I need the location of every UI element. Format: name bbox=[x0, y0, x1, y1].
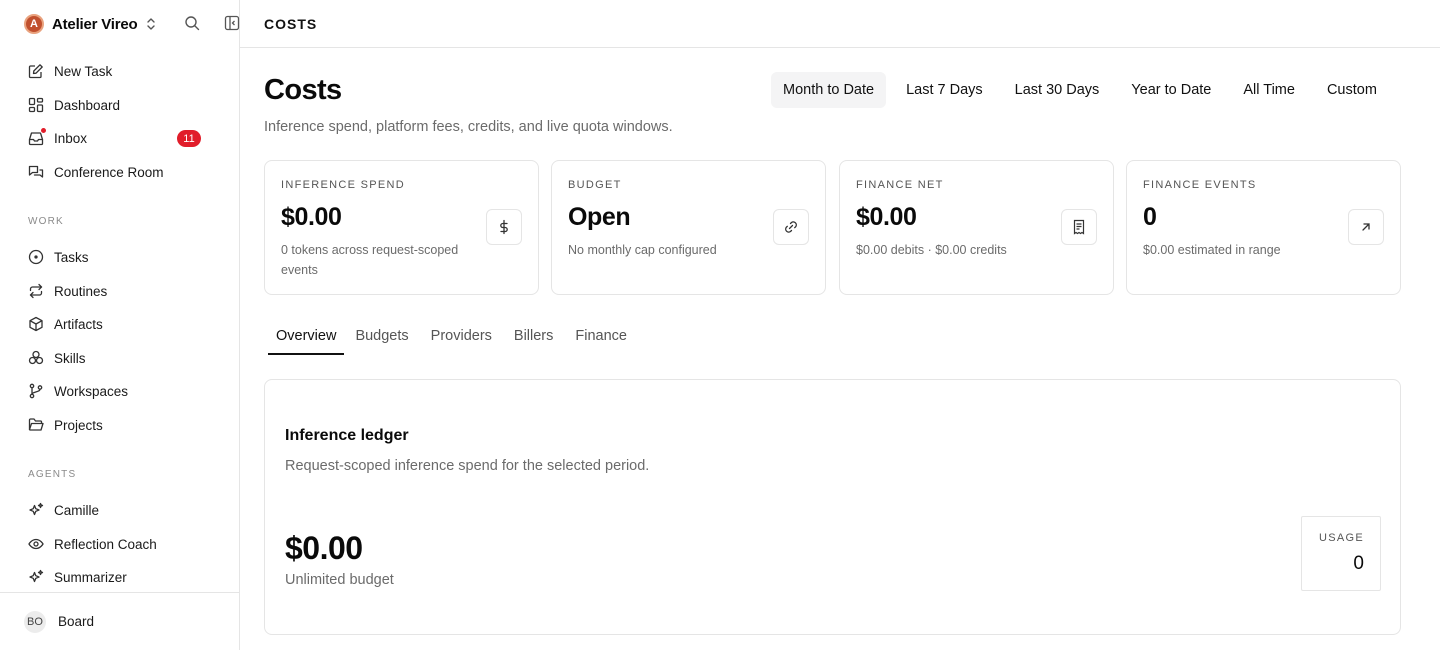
footer-label: Board bbox=[58, 614, 95, 629]
sidebar-item-label: Summarizer bbox=[54, 569, 127, 585]
page-title: Costs bbox=[264, 74, 342, 106]
sidebar-item-artifacts[interactable]: Artifacts bbox=[24, 310, 224, 338]
section-label-work: WORK bbox=[28, 216, 64, 227]
folder-open-icon bbox=[27, 416, 45, 434]
arrow-up-right-icon bbox=[1348, 209, 1384, 245]
stat-card-budget: BUDGET Open No monthly cap configured bbox=[551, 160, 826, 295]
stat-value: 0 bbox=[1143, 203, 1157, 231]
sidebar-item-label: Projects bbox=[54, 417, 103, 433]
chat-bubbles-icon bbox=[27, 163, 45, 181]
range-last-30-days[interactable]: Last 30 Days bbox=[1003, 72, 1112, 108]
usage-value: 0 bbox=[1353, 553, 1364, 574]
stat-label: FINANCE EVENTS bbox=[1143, 179, 1257, 191]
inbox-count-badge: 11 bbox=[177, 130, 201, 147]
stat-card-finance-events: FINANCE EVENTS 0 $0.00 estimated in rang… bbox=[1126, 160, 1401, 295]
tab-providers[interactable]: Providers bbox=[420, 320, 503, 355]
sidebar-item-projects[interactable]: Projects bbox=[24, 411, 224, 439]
sidebar-item-camille[interactable]: Camille bbox=[24, 496, 224, 524]
workspace-logo: A bbox=[24, 14, 44, 34]
search-icon[interactable] bbox=[184, 15, 202, 33]
sidebar-item-new-task[interactable]: New Task bbox=[24, 57, 224, 85]
stat-subtext: $0.00 estimated in range bbox=[1143, 243, 1281, 257]
usage-label: USAGE bbox=[1318, 532, 1364, 544]
stat-subtext: $0.00 debits · $0.00 credits bbox=[856, 243, 1007, 257]
stat-label: INFERENCE SPEND bbox=[281, 179, 406, 191]
range-last-7-days[interactable]: Last 7 Days bbox=[894, 72, 995, 108]
sidebar-item-label: New Task bbox=[54, 63, 113, 79]
usage-box: USAGE 0 bbox=[1301, 516, 1381, 591]
sidebar-item-label: Inbox bbox=[54, 130, 88, 146]
sidebar-item-label: Routines bbox=[54, 283, 108, 299]
sparkles-icon bbox=[27, 568, 45, 586]
sidebar-footer[interactable]: BO Board bbox=[0, 592, 239, 650]
chevron-up-down-icon bbox=[146, 17, 158, 31]
tab-budgets[interactable]: Budgets bbox=[344, 320, 419, 355]
stat-value: $0.00 bbox=[856, 203, 917, 231]
cube-icon bbox=[27, 315, 45, 333]
dollar-icon bbox=[486, 209, 522, 245]
sidebar-item-tasks[interactable]: Tasks bbox=[24, 243, 224, 271]
repeat-icon bbox=[27, 282, 45, 300]
range-month-to-date[interactable]: Month to Date bbox=[771, 72, 887, 108]
range-custom[interactable]: Custom bbox=[1315, 72, 1389, 108]
stat-card-finance-net: FINANCE NET $0.00 $0.00 debits · $0.00 c… bbox=[839, 160, 1114, 295]
stat-label: FINANCE NET bbox=[856, 179, 944, 191]
sidebar-item-conference-room[interactable]: Conference Room bbox=[24, 158, 224, 186]
sidebar-item-label: Camille bbox=[54, 502, 100, 518]
range-year-to-date[interactable]: Year to Date bbox=[1119, 72, 1223, 108]
sidebar-item-label: Conference Room bbox=[54, 164, 164, 180]
date-range-selector: Month to Date Last 7 Days Last 30 Days Y… bbox=[771, 72, 1397, 108]
unread-dot bbox=[40, 127, 47, 134]
sidebar-item-inbox[interactable]: Inbox 11 bbox=[24, 124, 224, 152]
stat-subtext: No monthly cap configured bbox=[568, 243, 717, 257]
sidebar-item-skills[interactable]: Skills bbox=[24, 344, 224, 372]
sidebar-item-label: Skills bbox=[54, 350, 86, 366]
page-subtitle: Inference spend, platform fees, credits,… bbox=[264, 119, 673, 135]
sidebar: A Atelier Vireo New Task Dashboard Inbox… bbox=[0, 0, 240, 650]
cost-tabs: Overview Budgets Providers Billers Finan… bbox=[264, 320, 638, 355]
circle-dot-icon bbox=[27, 248, 45, 266]
sidebar-item-label: Reflection Coach bbox=[54, 536, 157, 552]
budget-status: Unlimited budget bbox=[285, 572, 394, 588]
inference-ledger-panel: Inference ledger Request-scoped inferenc… bbox=[264, 379, 1401, 635]
section-label-agents: AGENTS bbox=[28, 469, 77, 480]
inbox-icon bbox=[27, 127, 47, 147]
topbar: COSTS bbox=[240, 0, 1440, 48]
git-branch-icon bbox=[27, 382, 45, 400]
avatar: BO bbox=[24, 611, 46, 633]
stat-value: Open bbox=[568, 203, 631, 231]
receipt-icon bbox=[1061, 209, 1097, 245]
stat-value: $0.00 bbox=[281, 203, 342, 231]
range-all-time[interactable]: All Time bbox=[1231, 72, 1307, 108]
link-icon bbox=[773, 209, 809, 245]
panel-title: Inference ledger bbox=[285, 427, 409, 444]
stat-subtext: 0 tokens across request-scoped events bbox=[281, 243, 459, 277]
tab-overview[interactable]: Overview bbox=[268, 320, 345, 355]
tab-billers[interactable]: Billers bbox=[503, 320, 564, 355]
sidebar-item-label: Tasks bbox=[54, 249, 89, 265]
stat-card-inference-spend: INFERENCE SPEND $0.00 0 tokens across re… bbox=[264, 160, 539, 295]
sidebar-item-label: Workspaces bbox=[54, 383, 129, 399]
workspace-name: Atelier Vireo bbox=[52, 15, 138, 33]
stat-label: BUDGET bbox=[568, 179, 622, 191]
sidebar-item-dashboard[interactable]: Dashboard bbox=[24, 91, 224, 119]
sparkles-icon bbox=[27, 501, 45, 519]
sidebar-item-routines[interactable]: Routines bbox=[24, 277, 224, 305]
eye-icon bbox=[27, 535, 45, 553]
skills-icon bbox=[27, 349, 45, 367]
sidebar-item-summarizer[interactable]: Summarizer bbox=[24, 563, 224, 591]
sidebar-item-label: Artifacts bbox=[54, 316, 103, 332]
breadcrumb: COSTS bbox=[264, 16, 318, 32]
dashboard-icon bbox=[27, 96, 45, 114]
sidebar-item-workspaces[interactable]: Workspaces bbox=[24, 377, 224, 405]
sidebar-item-label: Dashboard bbox=[54, 97, 121, 113]
tab-finance[interactable]: Finance bbox=[564, 320, 638, 355]
pencil-square-icon bbox=[27, 62, 45, 80]
ledger-amount: $0.00 bbox=[285, 530, 363, 566]
sidebar-item-reflection-coach[interactable]: Reflection Coach bbox=[24, 530, 224, 558]
panel-subtitle: Request-scoped inference spend for the s… bbox=[285, 458, 650, 474]
